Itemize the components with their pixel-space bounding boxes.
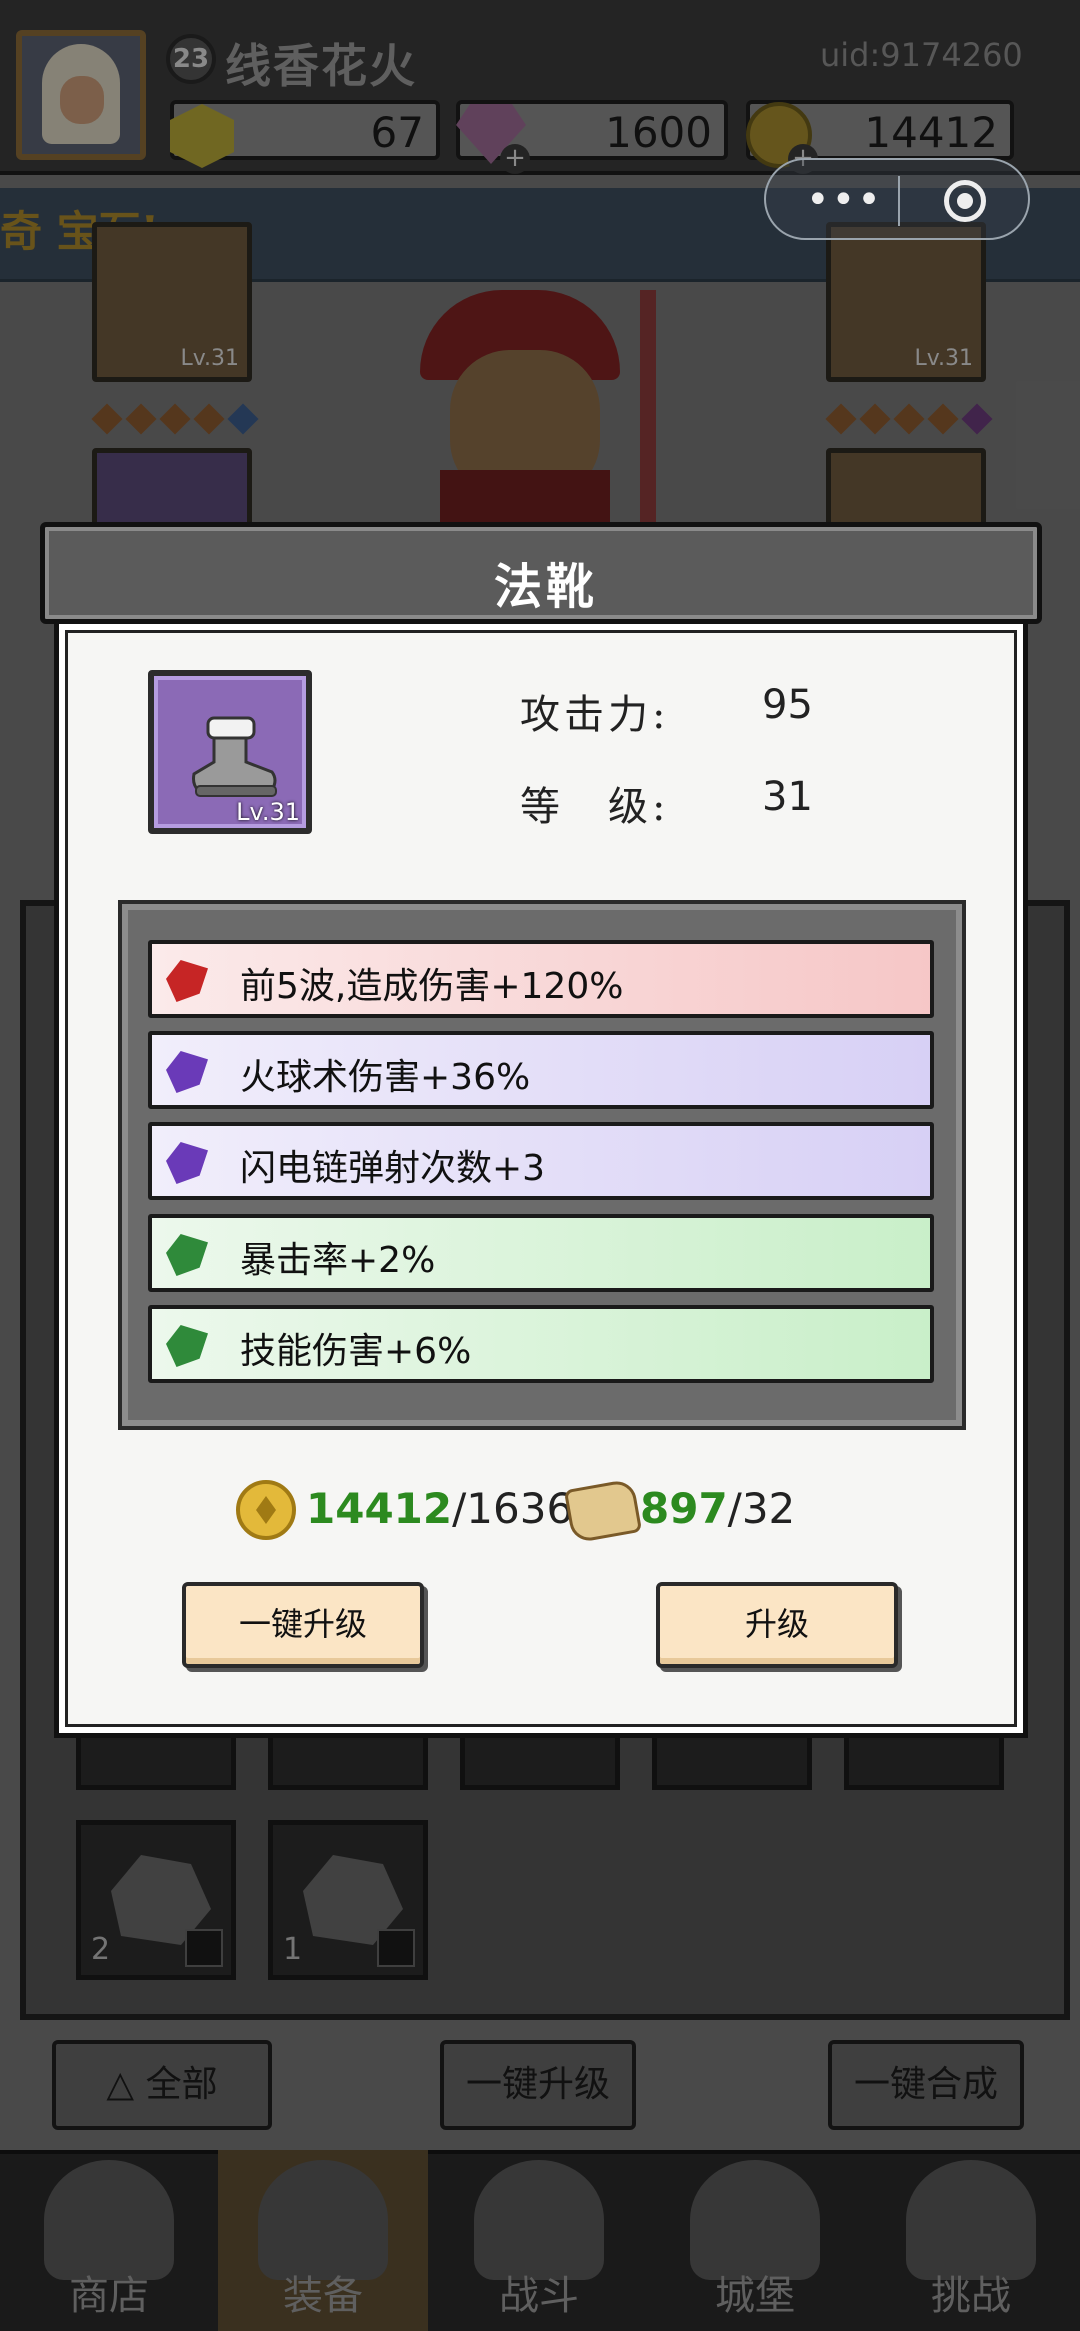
item-level-tag: Lv.31 [236,798,300,826]
green-gem-icon [166,1234,208,1276]
affix-row: 技能伤害+6% [148,1305,934,1383]
affix-row: 前5波,造成伤害+120% [148,940,934,1018]
miniprogram-capsule: ••• [764,158,1030,240]
affix-text: 技能伤害+6% [240,1331,472,1372]
affix-text: 前5波,造成伤害+120% [240,966,624,1007]
affix-row: 火球术伤害+36% [148,1031,934,1109]
one-click-upgrade-button[interactable]: 一键升级 [182,1582,424,1668]
gold-cost: 14412/1636 [306,1484,573,1533]
affix-row: 暴击率+2% [148,1214,934,1292]
equipment-detail-modal: 法靴 Lv.31 攻击力: 95 等 级: 31 前5波,造成伤害+120% 火… [40,522,1042,1740]
affix-text: 暴击率+2% [240,1240,436,1281]
gold-owned: 14412 [306,1484,453,1533]
affix-text: 火球术伤害+36% [240,1057,531,1098]
upgrade-button[interactable]: 升级 [656,1582,898,1668]
more-options-icon[interactable]: ••• [806,180,883,220]
purple-gem-icon [166,1142,208,1184]
close-miniprogram-icon[interactable] [944,180,986,222]
scroll-owned: 897 [640,1484,728,1533]
affix-row: 闪电链弹射次数+3 [148,1122,934,1200]
scroll-cost: 897/32 [640,1484,795,1533]
scroll-required: /32 [727,1484,796,1533]
red-gem-icon [166,960,208,1002]
gold-coin-icon [236,1480,296,1540]
capsule-divider [898,176,900,226]
boot-icon [192,716,277,797]
affix-text: 闪电链弹射次数+3 [240,1148,546,1189]
modal-header: 法靴 [40,522,1042,624]
gold-required: /1636 [452,1484,574,1533]
green-gem-icon [166,1325,208,1367]
attack-value: 95 [762,682,813,728]
level-value: 31 [762,774,813,820]
item-icon-frame: Lv.31 [148,670,312,834]
purple-gem-icon [166,1051,208,1093]
attack-label: 攻击力: [520,692,670,738]
level-label: 等 级: [520,784,670,830]
modal-title: 法靴 [493,559,598,615]
